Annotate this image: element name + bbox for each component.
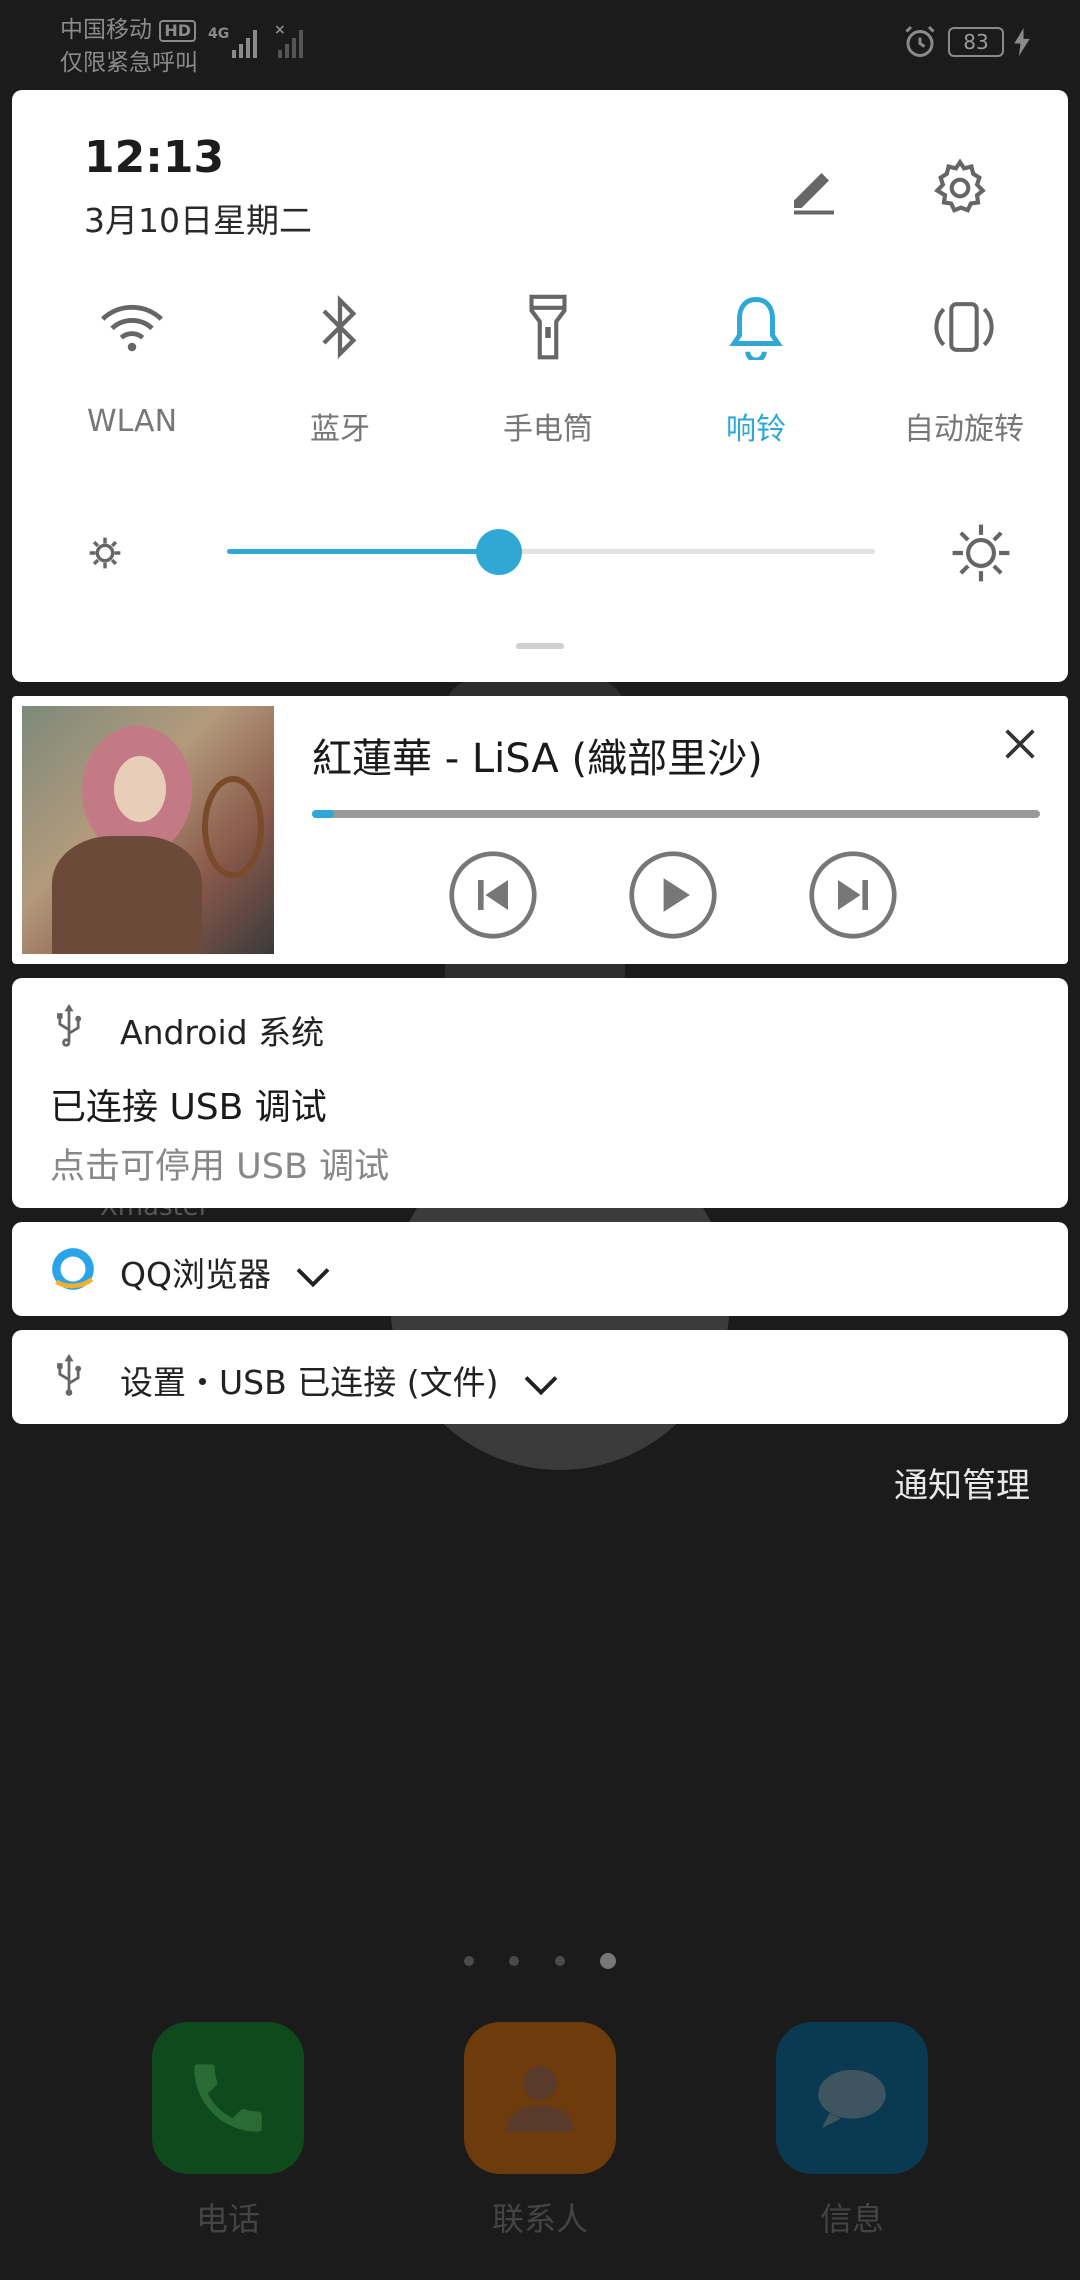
wifi-icon: [42, 290, 222, 364]
tile-bluetooth[interactable]: 蓝牙: [250, 290, 430, 448]
dock-app-messages[interactable]: 信息: [776, 2022, 928, 2240]
chevron-down-icon[interactable]: [295, 1266, 331, 1288]
tile-label: WLAN: [86, 404, 178, 439]
alarm-icon: [905, 25, 935, 57]
bluetooth-icon: [250, 290, 430, 364]
media-progress-bar[interactable]: [312, 810, 1040, 818]
chevron-down-icon[interactable]: [523, 1374, 559, 1396]
status-right: 83: [902, 24, 1030, 60]
bell-icon: [666, 290, 846, 364]
notification-app-name: QQ浏览器: [120, 1255, 271, 1294]
gear-icon: [933, 158, 986, 213]
tile-label: 响铃: [726, 412, 786, 447]
notification-text: 点击可停用 USB 调试: [50, 1147, 390, 1187]
next-track-button[interactable]: [808, 850, 898, 940]
page-dot: [464, 1955, 475, 1966]
notification-qq-browser[interactable]: QQ浏览器: [12, 1222, 1068, 1316]
panel-drag-handle[interactable]: [516, 643, 564, 649]
clock-time: 12:13: [84, 132, 225, 183]
brightness-low-icon: [89, 537, 121, 569]
media-title: 紅蓮華 - LiSA (織部里沙): [312, 736, 763, 782]
page-dot-active: [599, 1952, 616, 1969]
messages-icon: [776, 2022, 928, 2174]
hd-badge: HD: [159, 19, 196, 42]
phone-icon: [152, 2022, 304, 2174]
brightness-thumb[interactable]: [476, 529, 523, 575]
close-icon[interactable]: [1000, 724, 1040, 764]
dock-app-phone[interactable]: 电话: [152, 2022, 304, 2240]
page-dot: [554, 1955, 565, 1966]
brightness-high-icon: [952, 524, 1010, 582]
page-indicator: [0, 1950, 1080, 1969]
album-art: [22, 706, 274, 954]
contacts-icon: [464, 2022, 616, 2174]
battery-level: 83: [948, 27, 1004, 57]
dock-label: 电话: [195, 2200, 260, 2238]
signal-indicator: 4G ×: [208, 20, 318, 66]
flashlight-icon: [458, 290, 638, 364]
media-progress-fill: [312, 810, 334, 818]
dock-app-contacts[interactable]: 联系人: [464, 2022, 616, 2240]
cell-signal-icon: 4G ×: [208, 22, 303, 58]
notification-management-link[interactable]: 通知管理: [894, 1458, 1030, 1507]
brightness-fill: [227, 549, 500, 554]
notification-app-name: Android 系统: [120, 1013, 325, 1052]
carrier-name: 中国移动: [60, 17, 152, 43]
qq-browser-icon: [52, 1248, 94, 1290]
notification-group-label: QQ浏览器: [120, 1248, 331, 1296]
media-player-card[interactable]: 紅蓮華 - LiSA (織部里沙): [12, 696, 1068, 964]
tile-label: 蓝牙: [310, 412, 370, 447]
emergency-only-text: 仅限紧急呼叫: [60, 50, 198, 76]
edit-icon: [794, 173, 834, 215]
brightness-control: [82, 522, 1012, 582]
tile-flashlight[interactable]: 手电筒: [458, 290, 638, 448]
svg-text:×: ×: [274, 22, 286, 38]
page-dot: [509, 1955, 520, 1966]
notification-usb-connected[interactable]: 设置・USB 已连接 (文件): [12, 1330, 1068, 1424]
clock-date: 3月10日星期二: [84, 201, 312, 240]
dock-label: 信息: [819, 2200, 884, 2238]
auto-rotate-icon: [874, 290, 1054, 364]
tile-label: 手电筒: [503, 412, 593, 447]
notification-title: 已连接 USB 调试: [50, 1087, 327, 1128]
previous-track-button[interactable]: [448, 850, 538, 940]
usb-icon: [57, 1004, 82, 1047]
notification-usb-debugging[interactable]: Android 系统 已连接 USB 调试 点击可停用 USB 调试: [12, 978, 1068, 1208]
status-carrier: 中国移动 HD 仅限紧急呼叫: [60, 14, 198, 80]
edit-button[interactable]: [776, 150, 852, 226]
notification-app-name: 设置・USB 已连接 (文件): [120, 1363, 499, 1402]
tile-wlan[interactable]: WLAN: [42, 290, 222, 439]
charging-icon: [1014, 28, 1030, 56]
settings-button[interactable]: [922, 150, 998, 226]
quick-settings-panel: 12:13 3月10日星期二 WLAN 蓝牙 手电筒 响铃 自动旋转: [12, 90, 1068, 682]
play-button[interactable]: [628, 850, 718, 940]
dock-label: 联系人: [491, 2200, 588, 2238]
tile-ring[interactable]: 响铃: [666, 290, 846, 448]
tile-label: 自动旋转: [904, 412, 1024, 447]
usb-icon: [57, 1354, 82, 1396]
tile-auto-rotate[interactable]: 自动旋转: [874, 290, 1054, 448]
notification-group-label: 设置・USB 已连接 (文件): [120, 1356, 559, 1404]
network-type: 4G: [208, 26, 229, 42]
